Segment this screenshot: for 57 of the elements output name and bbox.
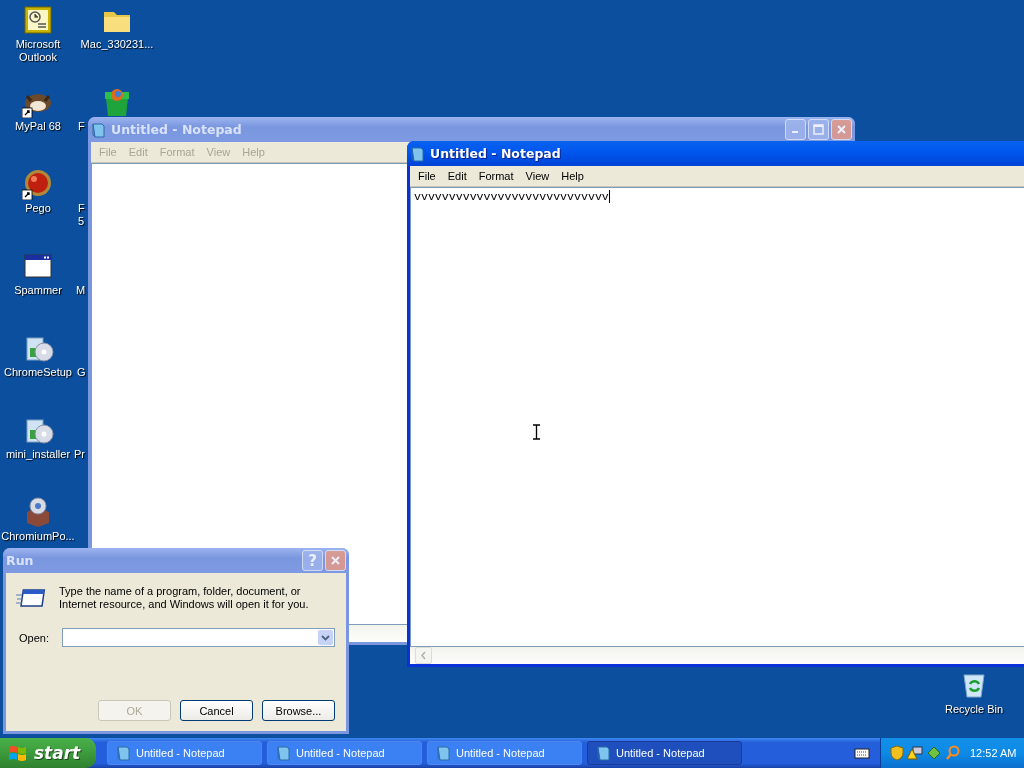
dialog-title: Run (6, 553, 35, 568)
icon-label[interactable]: M (76, 284, 86, 297)
icon-label[interactable]: Pego (25, 202, 51, 215)
menu-item[interactable]: View (519, 170, 556, 182)
typed-text: vvvvvvvvvvvvvvvvvvvvvvvvvvvv (414, 190, 609, 203)
arrows-icon[interactable] (926, 745, 942, 761)
chevron-left-icon (420, 651, 427, 660)
maximize-icon (813, 124, 824, 135)
icon-label[interactable]: F 5 (78, 202, 85, 228)
text-cursor-icon (532, 424, 541, 440)
icon-label[interactable]: Mac_330231... (80, 38, 154, 51)
notepad-icon (596, 745, 611, 761)
text-area[interactable]: vvvvvvvvvvvvvvvvvvvvvvvvvvvv (410, 187, 1024, 647)
field-label: Open: (19, 631, 49, 644)
ball-icon[interactable] (22, 168, 54, 200)
icon-label[interactable]: MyPal 68 (15, 120, 61, 133)
menu-item[interactable]: File (412, 170, 442, 182)
menu-item[interactable]: Format (472, 170, 520, 182)
notepad-icon (91, 121, 106, 138)
dialog-button[interactable]: Browse... (262, 700, 335, 721)
warning-network-icon[interactable] (907, 745, 923, 761)
close-icon (836, 124, 847, 135)
window-title: Untitled - Notepad (111, 122, 243, 137)
dialog-button[interactable]: Cancel (180, 700, 253, 721)
menu-item[interactable]: Help (555, 170, 590, 182)
menu-item[interactable]: Edit (441, 170, 473, 182)
shield-icon[interactable] (890, 745, 904, 761)
taskbar-button[interactable]: Untitled - Notepad (587, 741, 742, 765)
icon-label[interactable]: mini_installer (5, 448, 71, 461)
windows-logo (8, 744, 28, 762)
icon-label[interactable]: Pr (74, 448, 85, 461)
calendar-clock-icon[interactable] (22, 4, 54, 36)
icon-label[interactable]: G (77, 366, 86, 379)
dialog-message: Type the name of a program, folder, document, or Internet resource, and Windows will open it for you. (59, 585, 310, 611)
window-title: Untitled - Notepad (430, 146, 562, 161)
taskbar-button[interactable]: Untitled - Notepad (107, 741, 262, 765)
notepad-icon (436, 745, 451, 761)
open-combo-field[interactable] (61, 628, 335, 647)
icon-label[interactable]: Microsoft Outlook (0, 38, 76, 64)
dropdown-button[interactable] (318, 630, 333, 645)
icon-label[interactable]: ChromeSetup (4, 366, 72, 379)
icon-label[interactable]: Recycle Bin (944, 703, 1004, 716)
notepad-icon (276, 745, 291, 761)
icon-label[interactable]: Spammer (14, 284, 62, 297)
text-caret (608, 190, 610, 203)
taskbar-button[interactable]: Untitled - Notepad (267, 741, 422, 765)
notepad-icon (410, 145, 425, 162)
keyboard-icon[interactable] (854, 747, 870, 759)
notepad-icon (116, 745, 131, 761)
taskbar-button[interactable]: Untitled - Notepad (427, 741, 582, 765)
icon-label[interactable]: ChromiumPo... (1, 530, 75, 543)
horizontal-scrollbar[interactable] (410, 647, 1024, 664)
close-icon (330, 555, 341, 566)
icon-label[interactable]: F (78, 120, 85, 133)
clock[interactable]: 12:52 AM (970, 747, 1017, 759)
start-button[interactable]: start (0, 738, 96, 768)
chevron-down-icon (321, 634, 330, 641)
